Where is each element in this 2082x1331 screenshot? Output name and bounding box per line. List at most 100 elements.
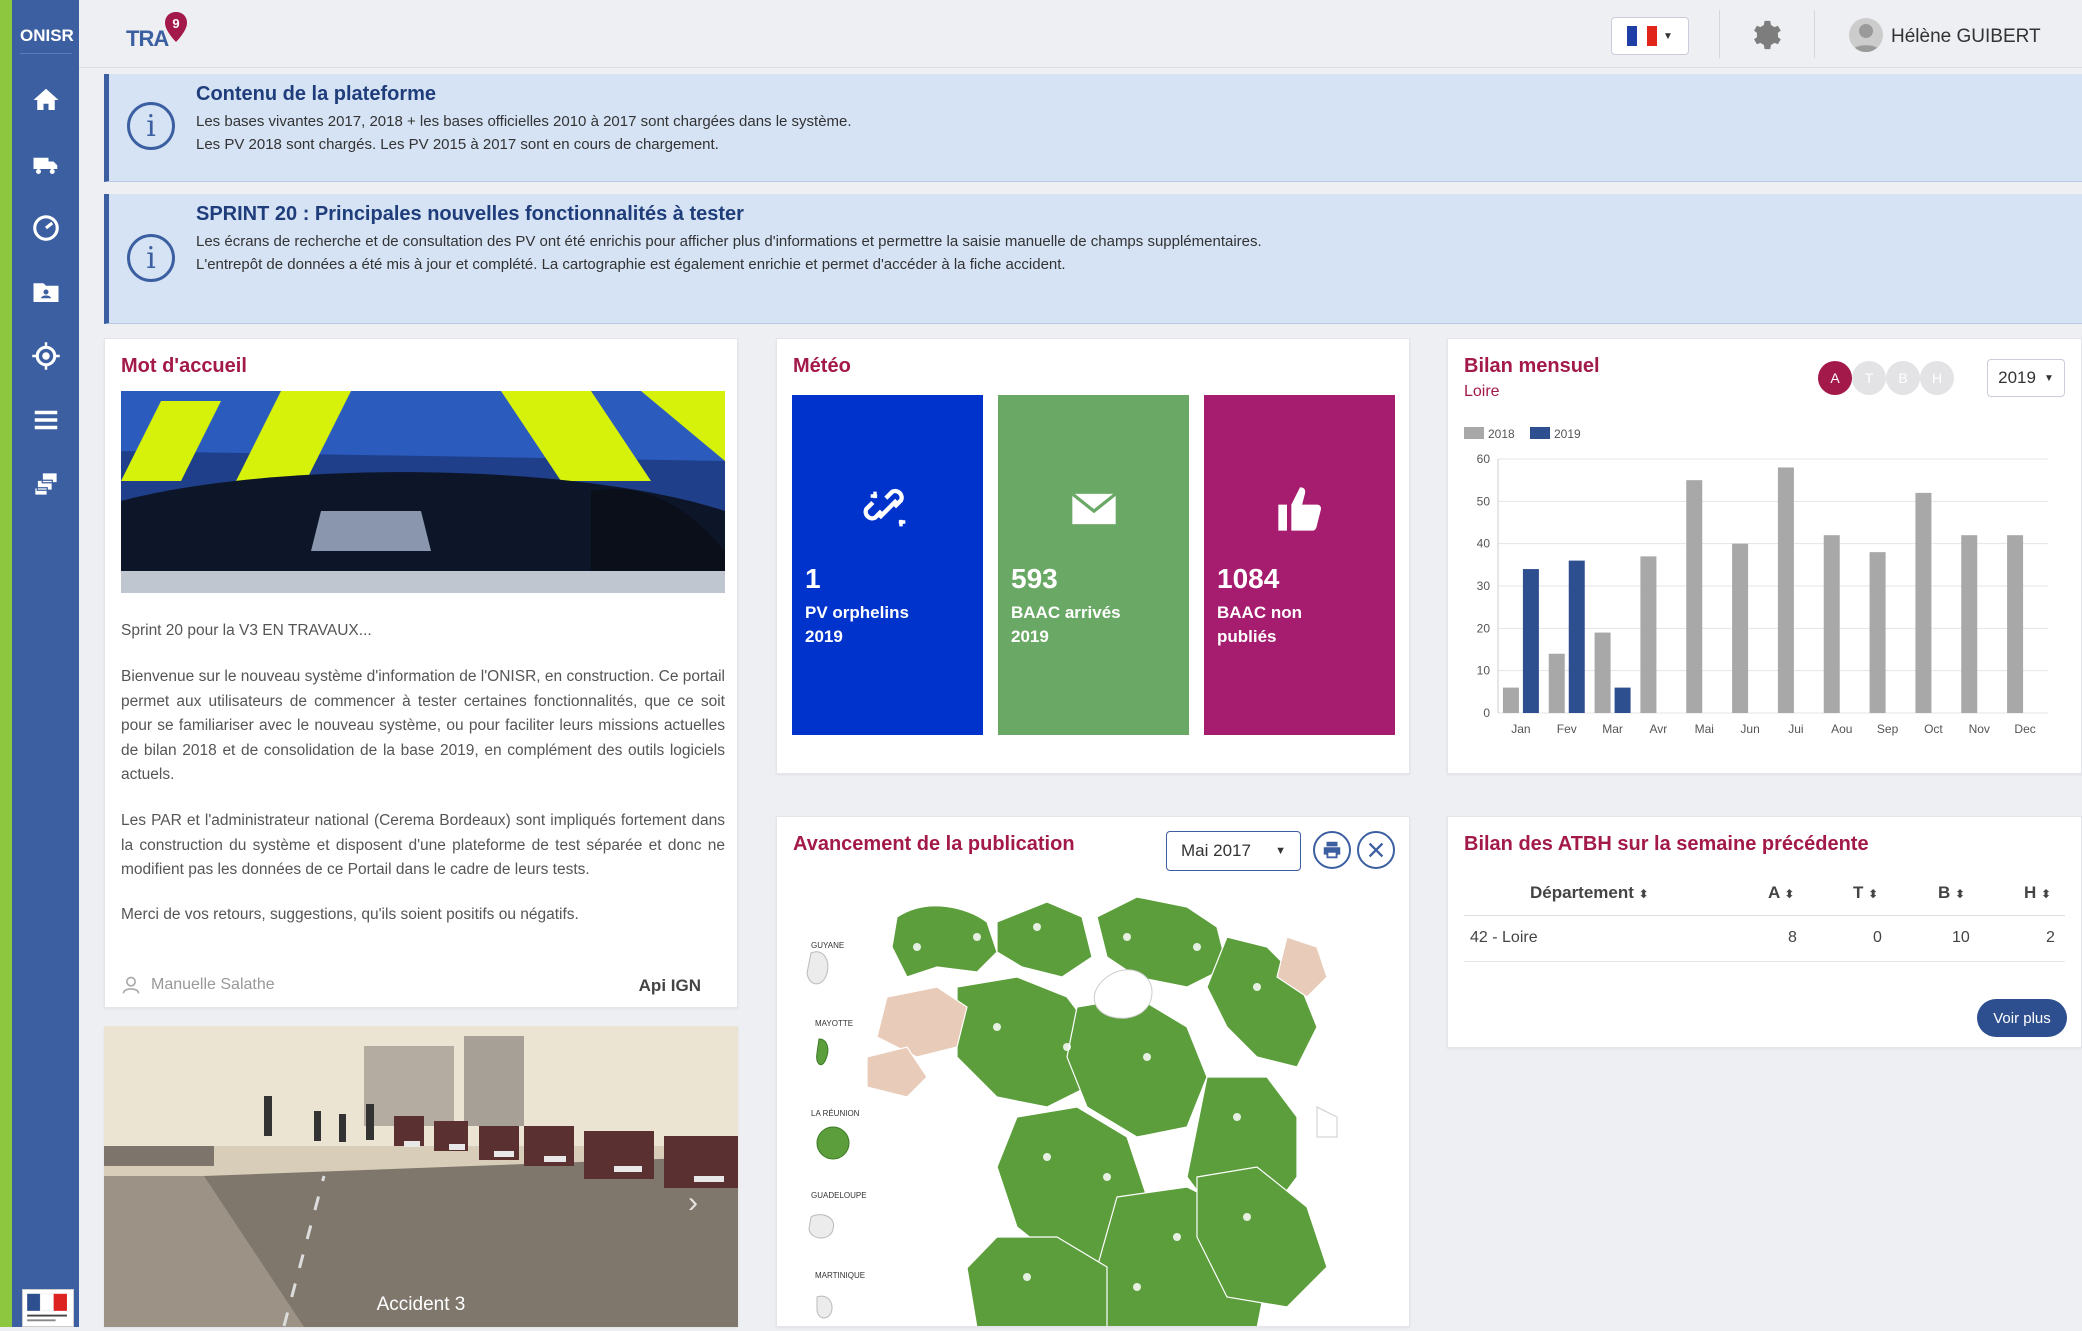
france-departments-map[interactable] bbox=[777, 817, 1410, 1327]
card-title: Météo bbox=[793, 355, 851, 377]
banner-line: Les bases vivantes 2017, 2018 + les base… bbox=[196, 113, 852, 130]
avatar[interactable] bbox=[1849, 18, 1883, 52]
x-tick-label: Jui bbox=[1788, 722, 1803, 736]
y-tick-label: 0 bbox=[1483, 706, 1490, 720]
broken-link-icon bbox=[863, 488, 906, 527]
filter-button-t[interactable]: T bbox=[1852, 361, 1886, 395]
meteo-card: Météo 1 PV orphelins 2019 593 BAAC arrivé… bbox=[776, 338, 1410, 774]
tile-label-line: 2019 bbox=[1011, 627, 1049, 646]
sidebar-item-folder[interactable] bbox=[12, 264, 79, 320]
info-icon: i bbox=[127, 102, 175, 150]
tile-label: PV orphelins 2019 bbox=[805, 601, 975, 649]
banner-title: Contenu de la plateforme bbox=[196, 83, 437, 105]
column-header-a[interactable]: A ⬍ bbox=[1768, 883, 1794, 903]
x-tick-label: Mai bbox=[1695, 722, 1714, 736]
table-cell-t: 0 bbox=[1873, 929, 1882, 946]
x-tick-label: Mar bbox=[1602, 722, 1623, 736]
x-tick-label: Aou bbox=[1831, 722, 1852, 736]
legend-swatch bbox=[1464, 427, 1484, 439]
banner-line: L'entrepôt de données a été mis à jour e… bbox=[196, 256, 1066, 273]
bar-2018-Aou bbox=[1823, 535, 1840, 713]
bar-2018-Avr bbox=[1640, 556, 1657, 713]
info-banner-sprint: i SPRINT 20 : Principales nouvelles fonc… bbox=[104, 194, 2082, 324]
meteo-tile-orphan-pv[interactable]: 1 PV orphelins 2019 bbox=[792, 395, 983, 735]
location-pin-icon: 9 bbox=[165, 12, 187, 42]
api-ign-link[interactable]: Api IGN bbox=[639, 976, 701, 996]
sidebar-item-home[interactable] bbox=[12, 72, 79, 128]
bar-2018-Oct bbox=[1915, 492, 1932, 713]
tile-value: 1084 bbox=[1217, 563, 1280, 594]
table-cell-b: 10 bbox=[1952, 929, 1970, 946]
column-header-label: T bbox=[1853, 883, 1864, 902]
language-select[interactable]: ▼ bbox=[1611, 17, 1689, 55]
y-tick-label: 60 bbox=[1477, 452, 1491, 466]
dashboard-icon bbox=[32, 215, 59, 241]
chevron-down-icon: ▼ bbox=[1663, 30, 1673, 42]
sidebar-item-transport[interactable] bbox=[12, 136, 79, 192]
police-car-image bbox=[121, 391, 725, 593]
welcome-paragraph: Les PAR et l'administrateur national (Ce… bbox=[121, 812, 725, 878]
bar-2018-Sep bbox=[1869, 552, 1886, 713]
banner-line: Les écrans de recherche et de consultati… bbox=[196, 233, 1262, 250]
tile-label-line: PV orphelins bbox=[805, 603, 909, 622]
card-title: Bilan mensuel bbox=[1464, 355, 1600, 377]
table-cell-department: 42 - Loire bbox=[1470, 929, 1538, 946]
meteo-tile-baac-arrived[interactable]: 593 BAAC arrivés 2019 bbox=[998, 395, 1189, 735]
filter-button-b[interactable]: B bbox=[1886, 361, 1920, 395]
tra-logo[interactable]: TRA 9 bbox=[124, 12, 194, 56]
database-icon bbox=[33, 472, 58, 496]
meteo-tile-baac-unpublished[interactable]: 1084 BAAC non publiés bbox=[1204, 395, 1395, 735]
accident-carousel[interactable]: › Accident 3 bbox=[104, 1026, 738, 1327]
x-tick-label: Jun bbox=[1740, 722, 1759, 736]
table-header-divider bbox=[1464, 915, 2065, 916]
carousel-caption: Accident 3 bbox=[376, 1294, 466, 1315]
info-icon: i bbox=[127, 234, 175, 282]
column-header-label: H bbox=[2024, 883, 2037, 902]
see-more-button[interactable]: Voir plus bbox=[1977, 999, 2067, 1037]
home-icon bbox=[33, 88, 58, 110]
welcome-card: Mot d'accueil Sprint 20 pour la V3 EN TR… bbox=[104, 338, 738, 1008]
envelope-icon bbox=[1071, 492, 1117, 525]
monthly-report-card: Bilan mensuel Loire A T B H 2019 ▼ 2018 20… bbox=[1447, 338, 2082, 774]
tile-label-line: BAAC arrivés bbox=[1011, 603, 1121, 622]
bar-2018-Jan bbox=[1502, 687, 1519, 713]
legend-label: 2019 bbox=[1554, 427, 1581, 441]
filter-button-h[interactable]: H bbox=[1920, 361, 1954, 395]
legend-label: 2018 bbox=[1488, 427, 1515, 441]
sidebar-item-data[interactable] bbox=[12, 456, 79, 512]
column-header-b[interactable]: B ⬍ bbox=[1938, 883, 1965, 903]
y-tick-label: 40 bbox=[1477, 537, 1491, 551]
info-banner-content: i Contenu de la plateforme Les bases viv… bbox=[104, 74, 2082, 182]
chevron-down-icon: ▼ bbox=[2043, 372, 2054, 384]
atbh-weekly-card: Bilan des ATBH sur la semaine précédente… bbox=[1447, 816, 2082, 1048]
crosshair-icon bbox=[31, 342, 60, 370]
sidebar-item-menu[interactable] bbox=[12, 392, 79, 448]
sidebar-item-dashboard[interactable] bbox=[12, 200, 79, 256]
france-flag-icon bbox=[1627, 26, 1658, 46]
settings-button[interactable] bbox=[1749, 18, 1783, 52]
left-accent-strip bbox=[0, 0, 12, 1327]
y-tick-label: 10 bbox=[1477, 664, 1491, 678]
svg-text:9: 9 bbox=[172, 16, 179, 31]
column-header-department[interactable]: Département ⬍ bbox=[1530, 883, 1649, 903]
column-header-label: Département bbox=[1530, 883, 1634, 902]
carousel-next-arrow[interactable]: › bbox=[688, 1186, 698, 1220]
year-select[interactable]: 2019 ▼ bbox=[1987, 359, 2065, 397]
table-cell-h: 2 bbox=[2046, 929, 2055, 946]
tile-value: 1 bbox=[805, 563, 821, 594]
column-header-label: B bbox=[1938, 883, 1951, 902]
onisr-logo[interactable]: ONISR bbox=[20, 18, 74, 54]
bar-2018-Jui bbox=[1777, 467, 1794, 713]
x-tick-label: Fev bbox=[1557, 722, 1577, 736]
column-header-t[interactable]: T ⬍ bbox=[1853, 883, 1878, 903]
sort-icon: ⬍ bbox=[1784, 887, 1795, 901]
sidebar: ONISR bbox=[12, 0, 79, 1327]
column-header-h[interactable]: H ⬍ bbox=[2024, 883, 2051, 903]
sort-icon: ⬍ bbox=[1868, 887, 1879, 901]
banner-title: SPRINT 20 : Principales nouvelles foncti… bbox=[196, 203, 744, 225]
banner-line: Les PV 2018 sont chargés. Les PV 2015 à … bbox=[196, 136, 719, 153]
user-name[interactable]: Hélène GUIBERT bbox=[1891, 26, 2041, 48]
sidebar-item-location[interactable] bbox=[12, 328, 79, 384]
filter-button-a[interactable]: A bbox=[1818, 361, 1852, 395]
table-cell-a: 8 bbox=[1788, 929, 1797, 946]
